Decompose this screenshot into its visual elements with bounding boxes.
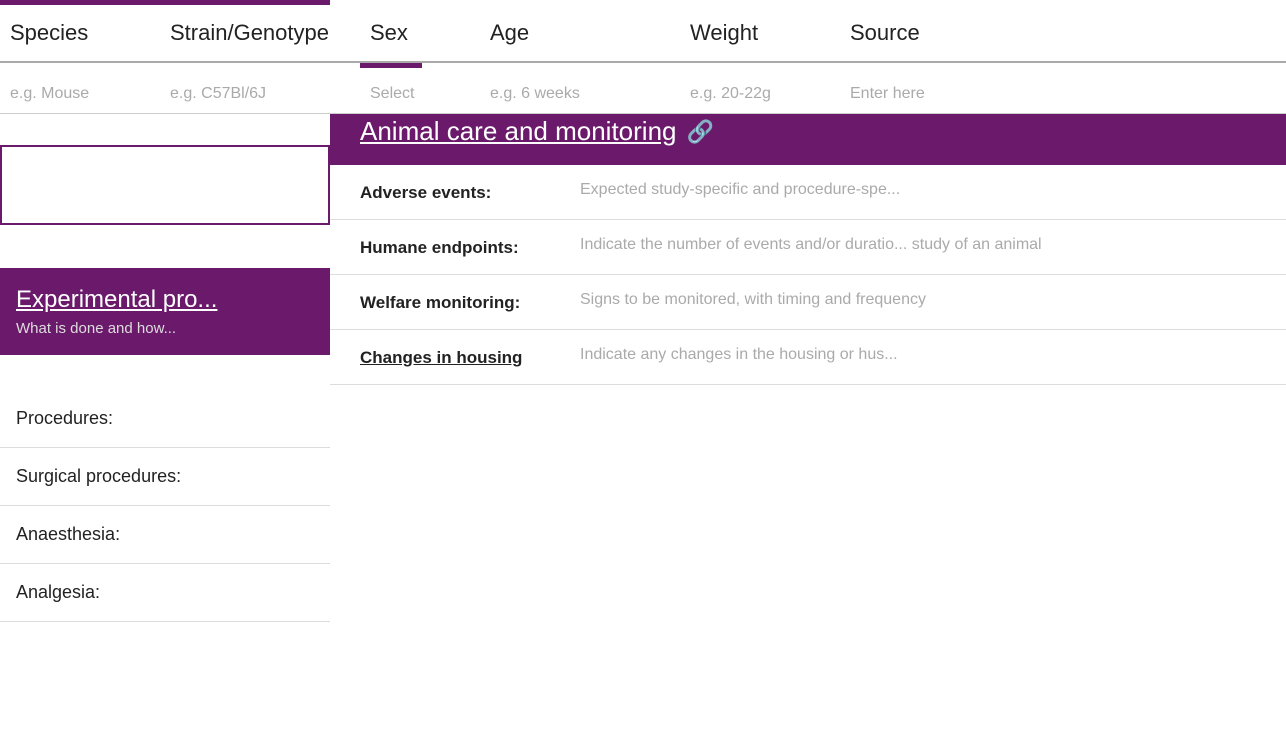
adverse-events-value[interactable]: Expected study-specific and procedure-sp…: [580, 181, 1256, 199]
welfare-monitoring-value[interactable]: Signs to be monitored, with timing and f…: [580, 291, 1256, 309]
col-species: Species: [0, 5, 160, 61]
adverse-events-row: Adverse events: Expected study-specific …: [330, 165, 1286, 220]
adverse-events-label: Adverse events:: [360, 181, 580, 203]
changes-in-housing-label: Changes in housing: [360, 346, 580, 368]
humane-endpoints-row: Humane endpoints: Indicate the number of…: [330, 220, 1286, 275]
purple-input-cell[interactable]: [0, 145, 330, 225]
col-weight: Weight: [680, 5, 840, 61]
experimental-procedures-subtitle: What is done and how...: [16, 320, 314, 337]
source-input-cell[interactable]: Enter here: [840, 75, 1020, 113]
procedures-item[interactable]: Procedures:: [0, 390, 330, 448]
changes-in-housing-row: Changes in housing Indicate any changes …: [330, 330, 1286, 385]
welfare-monitoring-row: Welfare monitoring: Signs to be monitore…: [330, 275, 1286, 330]
col-strain: Strain/Genotype: [160, 5, 360, 61]
animal-care-section-title[interactable]: Animal care and monitoring: [360, 116, 677, 147]
animal-input-row: e.g. Mouse e.g. C57Bl/6J Select e.g. 6 w…: [0, 75, 1286, 114]
analgesia-item[interactable]: Analgesia:: [0, 564, 330, 622]
table-header: Species Strain/Genotype Sex Age Weight S…: [0, 5, 1286, 63]
weight-input-cell[interactable]: e.g. 20-22g: [680, 75, 840, 113]
link-icon: 🔗: [687, 119, 714, 145]
col-source: Source: [840, 5, 1020, 61]
col-age: Age: [480, 5, 680, 61]
surgical-procedures-item[interactable]: Surgical procedures:: [0, 448, 330, 506]
welfare-monitoring-label: Welfare monitoring:: [360, 291, 580, 313]
left-sidebar-items: Procedures: Surgical procedures: Anaesth…: [0, 390, 330, 622]
changes-in-housing-value[interactable]: Indicate any changes in the housing or h…: [580, 346, 1256, 364]
species-input-cell[interactable]: e.g. Mouse: [0, 75, 160, 113]
experimental-procedures-title: Experimental pro...: [16, 286, 314, 314]
age-input-cell[interactable]: e.g. 6 weeks: [480, 75, 680, 113]
experimental-procedures-section[interactable]: Experimental pro... What is done and how…: [0, 268, 330, 355]
humane-endpoints-label: Humane endpoints:: [360, 236, 580, 258]
strain-input-cell[interactable]: e.g. C57Bl/6J: [160, 75, 360, 113]
sex-input-cell[interactable]: Select: [360, 75, 480, 113]
humane-endpoints-value[interactable]: Indicate the number of events and/or dur…: [580, 236, 1256, 254]
col-sex: Sex: [360, 5, 480, 61]
anaesthesia-item[interactable]: Anaesthesia:: [0, 506, 330, 564]
